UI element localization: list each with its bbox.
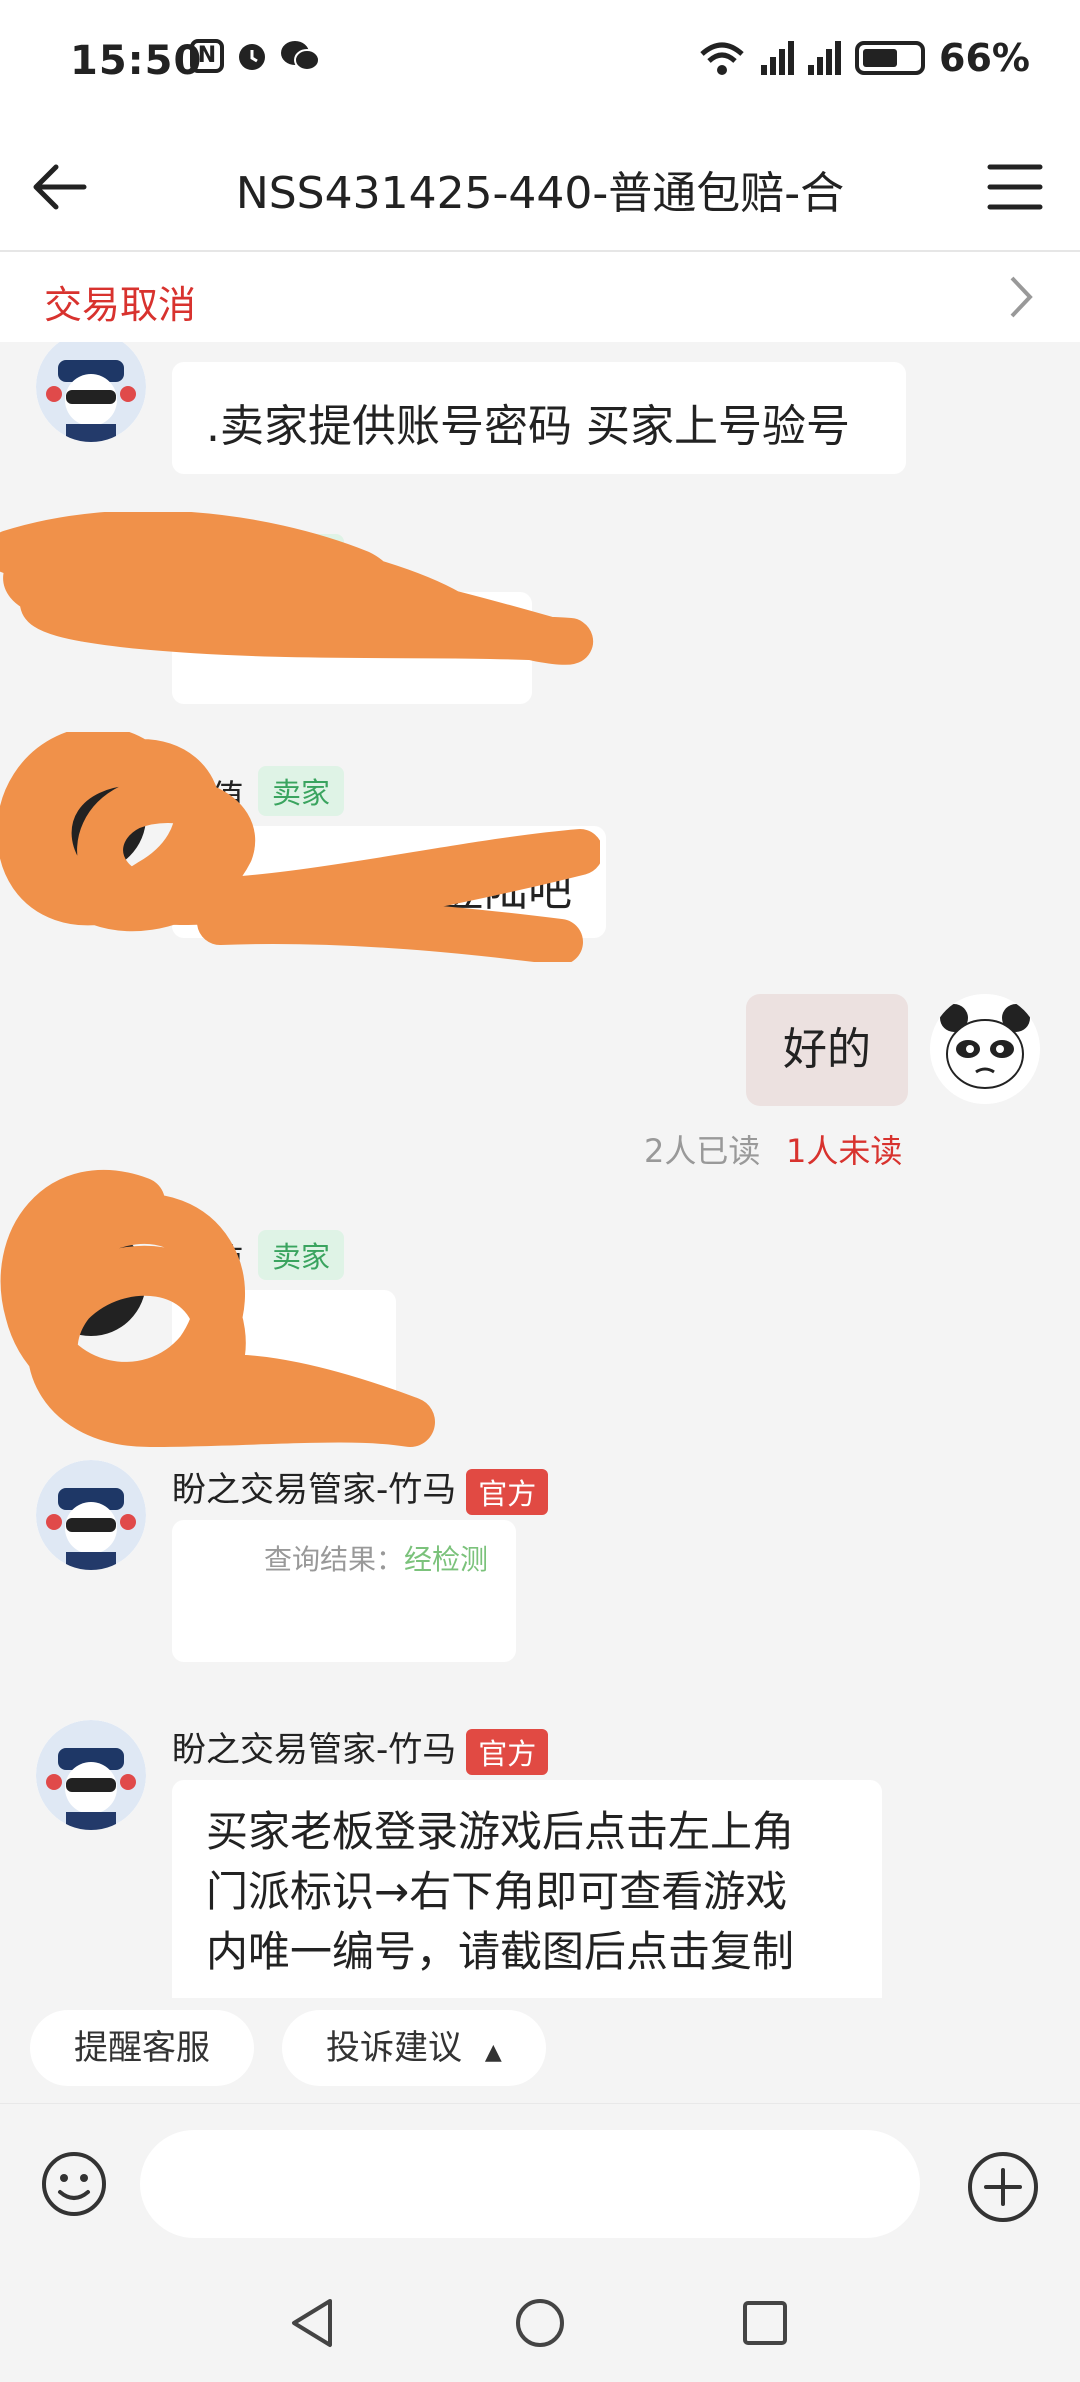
unread-count[interactable]: 1人未读	[786, 1126, 902, 1172]
panda-cop-avatar-icon	[36, 342, 146, 442]
avatar-official[interactable]	[36, 342, 146, 442]
avatar-official[interactable]	[36, 1720, 146, 1830]
panda-cop-avatar-icon	[36, 1460, 146, 1570]
read-count: 2人已读	[644, 1132, 761, 1170]
battery-percent: 66%	[939, 36, 1030, 80]
sender-name: 盼之交易管家-竹马 官方	[172, 1722, 549, 1775]
sender-name-text: 盼之交易管家-竹马	[172, 1730, 457, 1770]
nav-recents-icon[interactable]	[735, 2293, 795, 2353]
emoji-icon[interactable]	[40, 2150, 108, 2218]
menu-icon[interactable]	[986, 159, 1044, 215]
query-result-label: 查询结果：	[264, 1543, 405, 1576]
message-text-line: 内唯一编号，请截图后点击复制	[206, 1927, 795, 1976]
nav-home-icon[interactable]	[510, 2293, 570, 2353]
message-text-line: 买家老板登录游戏后点击左上角	[206, 1807, 795, 1856]
message-text: .卖家提供账号密码 买家上号验号	[206, 401, 850, 452]
status-bar: 15:50 N 66%	[0, 0, 1080, 125]
redaction-scribble	[0, 732, 600, 962]
official-tag: 官方	[466, 1728, 549, 1775]
sender-name: 盼之交易管家-竹马 官方	[172, 1462, 549, 1515]
page-title: NSS431425-440-普通包赔-合	[235, 168, 845, 219]
plus-icon[interactable]	[966, 2150, 1040, 2224]
remind-service-button[interactable]: 提醒客服	[30, 2010, 254, 2086]
battery-icon	[855, 41, 926, 75]
complaint-label: 投诉建议	[326, 2028, 462, 2068]
system-navigation-bar	[0, 2263, 1080, 2382]
status-time: 15:50	[70, 38, 203, 84]
nav-back-icon[interactable]	[284, 2293, 344, 2353]
message-input[interactable]	[140, 2130, 920, 2238]
message-text: 好的	[783, 1024, 871, 1075]
message-bubble[interactable]: 查询结果：经检测	[172, 1520, 516, 1662]
complaint-button[interactable]: 投诉建议 ▲	[282, 2010, 546, 2086]
panda-cop-avatar-icon	[36, 1720, 146, 1830]
caret-up-icon: ▲	[484, 2040, 502, 2065]
chat-header: NSS431425-440-普通包赔-合	[0, 125, 1080, 252]
redaction-scribble	[0, 512, 594, 665]
trade-cancel-label: 交易取消	[44, 283, 197, 327]
message-text-line: 门派标识→右下角即可查看游戏	[206, 1867, 788, 1916]
wifi-icon	[700, 42, 744, 75]
redaction-scribble	[0, 1170, 435, 1447]
query-result-value: 经检测	[404, 1543, 489, 1576]
signal-sim1-icon	[761, 41, 795, 75]
official-tag: 官方	[466, 1468, 549, 1515]
panda-avatar-icon	[930, 994, 1040, 1104]
wechat-icon	[281, 41, 320, 71]
nfc-icon: N	[190, 39, 224, 73]
my-message-bubble[interactable]: 好的	[746, 994, 908, 1106]
chat-message-list[interactable]: .卖家提供账号密码 买家上号验号 卖家 值 卖家 的登陆吧 好的 2人已读 1人…	[0, 342, 1080, 1998]
query-result-row: 查询结果：经检测	[264, 1538, 488, 1578]
avatar-self[interactable]	[930, 994, 1040, 1104]
trade-cancel-bar[interactable]: 交易取消	[0, 252, 1080, 342]
avatar-official[interactable]	[36, 1460, 146, 1570]
signal-sim2-icon	[808, 41, 842, 75]
message-bubble[interactable]: 买家老板登录游戏后点击左上角 门派标识→右下角即可查看游戏 内唯一编号，请截图后…	[172, 1780, 882, 1998]
remind-service-label: 提醒客服	[74, 2028, 210, 2068]
status-left-icons: N	[190, 38, 320, 74]
quick-actions-bar: 提醒客服 投诉建议 ▲	[0, 1998, 1080, 2103]
message-input-bar	[0, 2103, 1080, 2264]
alarm-icon	[239, 44, 265, 70]
back-arrow-icon[interactable]	[28, 155, 92, 219]
message-bubble[interactable]: .卖家提供账号密码 买家上号验号	[172, 362, 906, 474]
sender-name-text: 盼之交易管家-竹马	[172, 1470, 457, 1510]
status-right-icons: 66%	[697, 36, 1030, 80]
chevron-right-icon	[1010, 276, 1033, 318]
